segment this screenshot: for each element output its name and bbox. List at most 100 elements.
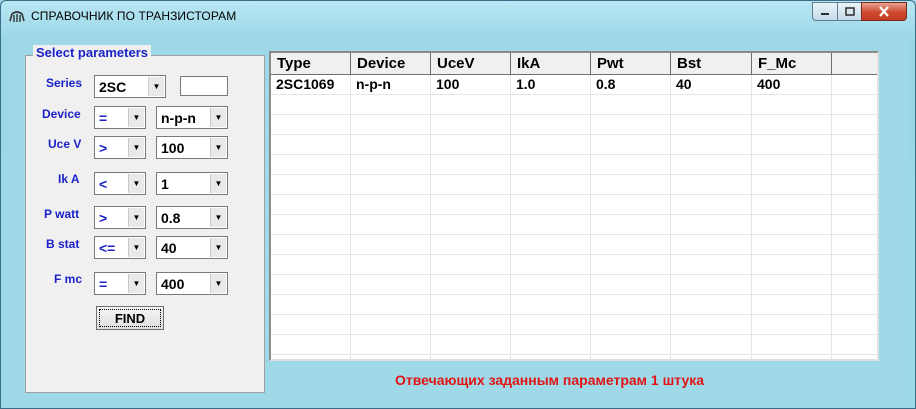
column-header-ika[interactable]: IkA (511, 53, 591, 75)
device-value-select[interactable]: n-p-n ▼ (156, 106, 228, 129)
main-window: СПРАВОЧНИК ПО ТРАНЗИСТОРАМ Series 2SC ▼ … (0, 0, 916, 409)
empty-cell (511, 175, 591, 195)
uce-operator-value: > (99, 139, 108, 156)
bstat-value-select[interactable]: 40 ▼ (156, 236, 228, 259)
maximize-icon (844, 7, 855, 16)
chevron-down-icon[interactable]: ▼ (148, 77, 164, 96)
empty-cell (752, 115, 832, 135)
close-button[interactable] (861, 2, 907, 21)
empty-cell (832, 355, 877, 359)
empty-cell (671, 355, 752, 359)
series-extra-input[interactable] (180, 76, 228, 96)
chevron-down-icon[interactable]: ▼ (128, 274, 144, 293)
empty-cell (511, 215, 591, 235)
empty-cell (351, 255, 431, 275)
empty-cell (591, 255, 671, 275)
empty-cell (431, 315, 511, 335)
empty-cell (671, 215, 752, 235)
empty-cell (431, 135, 511, 155)
uce-operator-select[interactable]: > ▼ (94, 136, 146, 159)
chevron-down-icon[interactable]: ▼ (210, 274, 226, 293)
ik-value-select[interactable]: 1 ▼ (156, 172, 228, 195)
empty-cell (832, 155, 877, 175)
empty-cell (832, 95, 877, 115)
cell-ucev: 100 (431, 75, 511, 95)
empty-cell (832, 335, 877, 355)
empty-cell (511, 295, 591, 315)
chevron-down-icon[interactable]: ▼ (128, 238, 144, 257)
chevron-down-icon[interactable]: ▼ (128, 108, 144, 127)
uce-value-select[interactable]: 100 ▼ (156, 136, 228, 159)
column-header-fmc[interactable]: F_Mc (752, 53, 832, 75)
empty-cell (511, 155, 591, 175)
empty-cell (511, 275, 591, 295)
device-operator-value: = (99, 109, 108, 126)
chevron-down-icon[interactable]: ▼ (210, 174, 226, 193)
minimize-button[interactable] (812, 2, 838, 21)
chevron-down-icon[interactable]: ▼ (210, 138, 226, 157)
empty-cell (271, 215, 351, 235)
find-button[interactable]: FIND (96, 306, 164, 330)
empty-cell (351, 135, 431, 155)
empty-cell (752, 195, 832, 215)
chevron-down-icon[interactable]: ▼ (210, 238, 226, 257)
empty-cell (832, 275, 877, 295)
fmc-operator-value: = (99, 275, 108, 292)
window-title: СПРАВОЧНИК ПО ТРАНЗИСТОРАМ (31, 9, 237, 23)
column-header-pwt[interactable]: Pwt (591, 53, 671, 75)
pwatt-operator-select[interactable]: > ▼ (94, 206, 146, 229)
chevron-down-icon[interactable]: ▼ (210, 208, 226, 227)
empty-cell (511, 195, 591, 215)
empty-cell (271, 195, 351, 215)
empty-cell (832, 235, 877, 255)
series-select[interactable]: 2SC ▼ (94, 75, 166, 98)
column-header-ucev[interactable]: UceV (431, 53, 511, 75)
empty-cell (351, 235, 431, 255)
column-header-bst[interactable]: Bst (671, 53, 752, 75)
empty-cell (351, 175, 431, 195)
empty-cell (671, 155, 752, 175)
empty-cell (511, 355, 591, 359)
chevron-down-icon[interactable]: ▼ (128, 174, 144, 193)
empty-cell (511, 235, 591, 255)
title-bar[interactable]: СПРАВОЧНИК ПО ТРАНЗИСТОРАМ (1, 1, 915, 29)
empty-row (271, 295, 877, 315)
chevron-down-icon[interactable]: ▼ (128, 138, 144, 157)
device-value: n-p-n (161, 109, 196, 126)
empty-cell (351, 115, 431, 135)
fmc-value: 400 (161, 275, 185, 292)
empty-cell (591, 355, 671, 359)
uce-value: 100 (161, 139, 185, 156)
device-label: Device (42, 107, 81, 121)
chevron-down-icon[interactable]: ▼ (128, 208, 144, 227)
column-header-device[interactable]: Device (351, 53, 431, 75)
empty-cell (752, 155, 832, 175)
empty-cell (752, 355, 832, 359)
pwatt-label: P watt (44, 207, 80, 221)
maximize-button[interactable] (837, 2, 862, 21)
empty-cell (271, 235, 351, 255)
empty-cell (752, 295, 832, 315)
table-row[interactable]: 2SC1069 n-p-n 100 1.0 0.8 40 400 (271, 75, 877, 95)
fmc-value-select[interactable]: 400 ▼ (156, 272, 228, 295)
empty-cell (271, 315, 351, 335)
empty-row (271, 275, 877, 295)
fmc-operator-select[interactable]: = ▼ (94, 272, 146, 295)
empty-row (271, 115, 877, 135)
empty-cell (752, 175, 832, 195)
empty-cell (752, 235, 832, 255)
empty-cell (431, 275, 511, 295)
bstat-operator-select[interactable]: <= ▼ (94, 236, 146, 259)
results-grid[interactable]: Type Device UceV IkA Pwt Bst F_Mc 2SC106… (269, 51, 879, 361)
empty-row (271, 355, 877, 359)
pwatt-value-select[interactable]: 0.8 ▼ (156, 206, 228, 229)
empty-cell (431, 195, 511, 215)
empty-row (271, 95, 877, 115)
ik-operator-value: < (99, 175, 108, 192)
device-operator-select[interactable]: = ▼ (94, 106, 146, 129)
empty-cell (351, 275, 431, 295)
empty-cell (832, 175, 877, 195)
chevron-down-icon[interactable]: ▼ (210, 108, 226, 127)
ik-operator-select[interactable]: < ▼ (94, 172, 146, 195)
column-header-type[interactable]: Type (271, 53, 351, 75)
